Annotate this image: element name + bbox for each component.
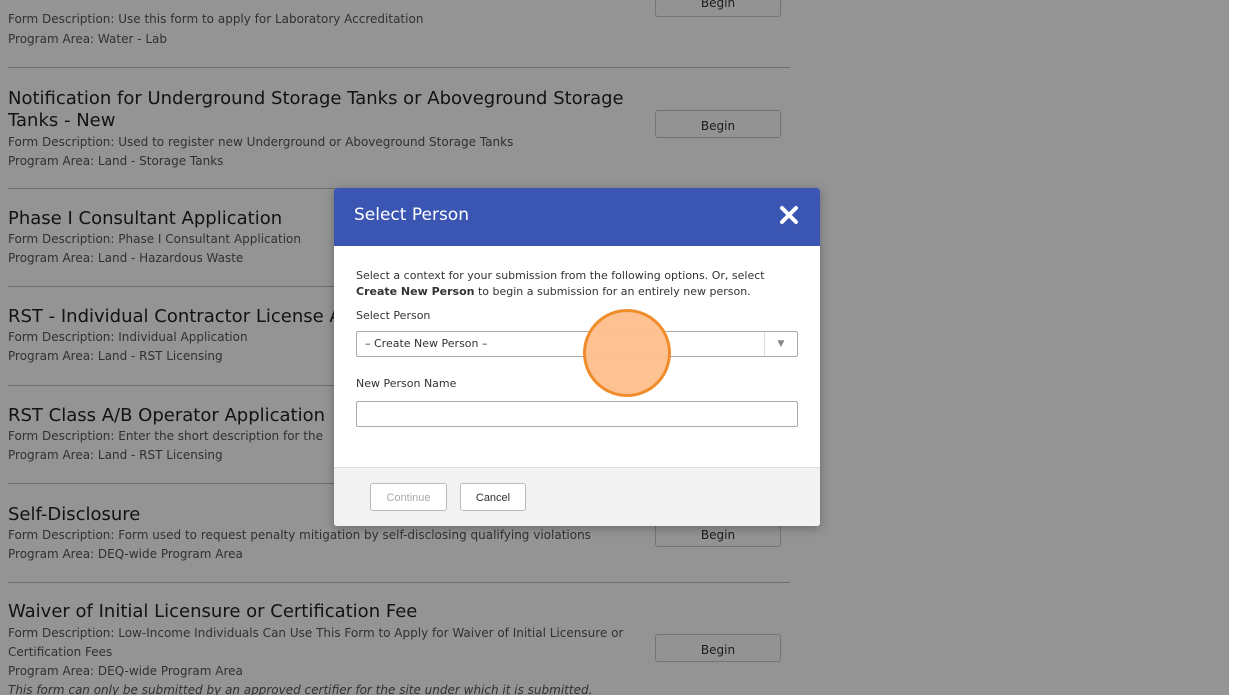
new-person-name-input[interactable] xyxy=(356,401,798,427)
dialog-body: Select a context for your submission fro… xyxy=(334,246,820,427)
right-edge-strip xyxy=(1229,0,1244,695)
cancel-button[interactable]: Cancel xyxy=(460,483,526,511)
select-person-value: – Create New Person – xyxy=(365,337,488,350)
new-person-name-label: New Person Name xyxy=(356,377,457,390)
create-new-person-emphasis: Create New Person xyxy=(356,285,475,298)
dialog-footer: Continue Cancel xyxy=(334,467,820,526)
dialog-instructions: Select a context for your submission fro… xyxy=(356,269,765,298)
select-person-dialog: Select Person Select a context for your … xyxy=(334,188,820,526)
dialog-header: Select Person xyxy=(334,188,820,246)
select-person-dropdown[interactable]: – Create New Person – ▼ xyxy=(356,331,798,357)
click-indicator xyxy=(583,309,671,397)
chevron-down-icon[interactable]: ▼ xyxy=(764,332,797,356)
dialog-title: Select Person xyxy=(354,205,469,225)
close-icon[interactable] xyxy=(774,200,804,230)
continue-button[interactable]: Continue xyxy=(370,483,447,511)
select-person-label: Select Person xyxy=(356,309,431,322)
